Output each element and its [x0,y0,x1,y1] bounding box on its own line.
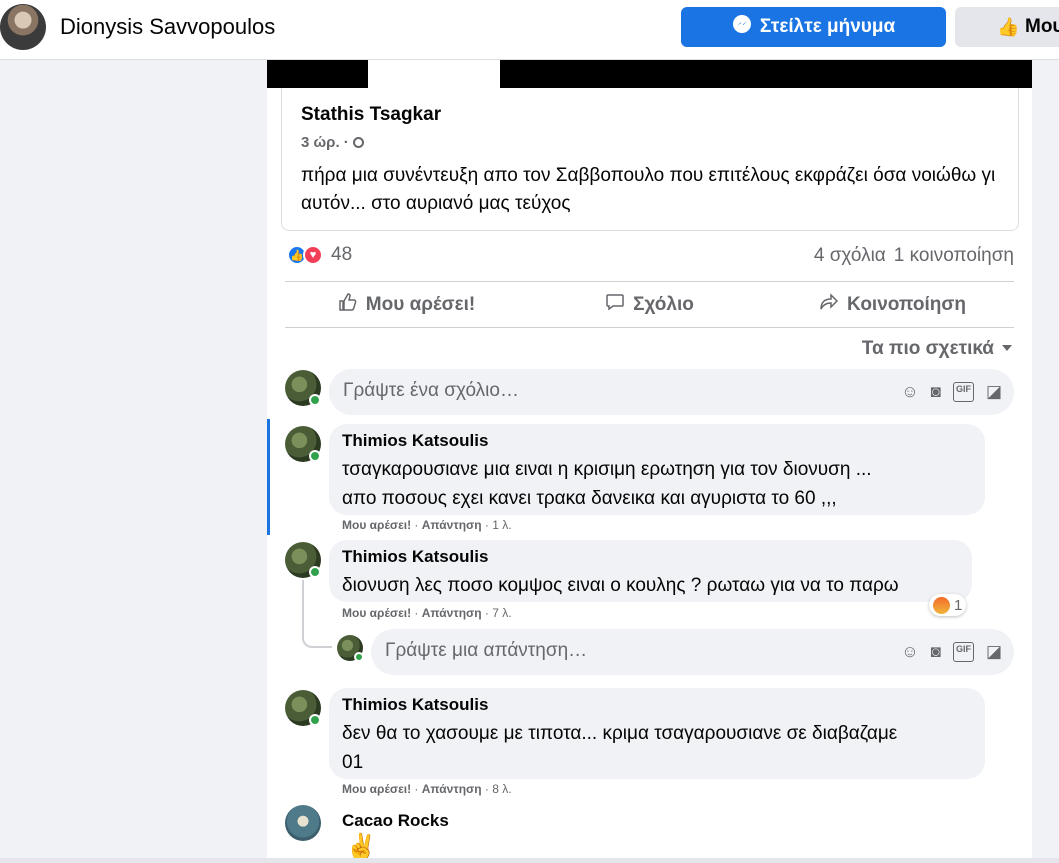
thumbs-up-icon [338,292,358,318]
gif-icon[interactable]: GIF [952,642,974,662]
sticker-icon[interactable]: ◪ [986,642,1002,662]
shares-count[interactable]: 1 κοινοποίηση [894,245,1014,266]
comment-time[interactable]: 8 λ. [492,782,511,796]
online-indicator [354,652,364,662]
comment-author[interactable]: Thimios Katsoulis [342,695,488,715]
emoji-icon[interactable]: ☺ [901,382,918,402]
thumbs-up-icon: 👍 [997,17,1020,37]
new-comment-indicator [267,419,270,535]
page-name[interactable]: Dionysis Savvopoulos [60,14,275,40]
composer-tools: ☺ ◙ GIF ◪ [901,642,1002,662]
comment-reaction-count: 1 [954,596,963,614]
online-indicator [309,394,321,406]
post-stats: 4 σχόλια 1 κοινοποίηση [814,245,1014,267]
comment-reply-link[interactable]: Απάντηση [422,518,482,532]
comment-reply-link[interactable]: Απάντηση [422,606,482,620]
like-label: Μου αρέσει! [365,293,476,315]
messenger-icon [732,14,752,40]
sticker-icon[interactable]: ◪ [986,382,1002,402]
comment-time[interactable]: 7 λ. [492,606,511,620]
page-avatar[interactable] [0,4,46,50]
love-reaction-icon: ♥ [303,245,323,265]
share-icon [819,292,839,318]
comment-author[interactable]: Thimios Katsoulis [342,547,488,567]
horizontal-scrollbar[interactable] [0,858,1059,863]
composer-tools: ☺ ◙ GIF ◪ [901,382,1002,402]
globe-icon [352,137,364,148]
post-card: Stathis Tsagkar 3 ώρ. · πήρα μια συνέντε… [267,60,1032,863]
comment-label: Σχόλιο [633,293,694,315]
send-message-button[interactable]: Στείλτε μήνυμα [681,7,946,47]
shared-post-author[interactable]: Stathis Tsagkar [301,104,441,126]
comment-sort-dropdown[interactable]: Τα πιο σχετικά [862,338,1012,360]
comment-time[interactable]: 1 λ. [492,518,511,532]
shared-post-text: πήρα μια συνέντευξη απο τον Σαββοπουλο π… [301,165,996,214]
reply-input[interactable]: Γράψτε μια απάντηση… [385,640,587,662]
online-indicator [309,714,321,726]
thread-line [302,580,332,648]
comment-like-link[interactable]: Μου αρέσει! [342,518,411,532]
comment-text: τσαγκαρουσιανε μια ειναι η κρισιμη ερωτη… [342,459,872,509]
comment-like-link[interactable]: Μου αρέσει! [342,782,411,796]
online-indicator [309,450,321,462]
comment-composer[interactable]: Γράψτε ένα σχόλιο… ☺ ◙ GIF ◪ [329,369,1014,415]
comment-icon [605,292,625,318]
gif-icon[interactable]: GIF [952,382,974,402]
send-message-label: Στείλτε μήνυμα [759,16,896,37]
page-header: Dionysis Savvopoulos Στείλτε μήνυμα 👍 Μο… [0,0,1059,60]
comment-bubble: Thimios Katsoulis διονυση λες ποσο κομψο… [329,540,972,602]
comment-button[interactable]: Σχόλιο [528,282,771,327]
chevron-down-icon [1002,345,1012,351]
comment-reply-link[interactable]: Απάντηση [422,782,482,796]
comment-reaction-badge[interactable]: 1 [929,594,967,616]
share-button[interactable]: Κοινοποίηση [771,282,1014,327]
page-like-label: Μου [1025,16,1059,37]
online-indicator [309,566,321,578]
shared-post[interactable]: Stathis Tsagkar 3 ώρ. · πήρα μια συνέντε… [281,88,1019,231]
comment-like-link[interactable]: Μου αρέσει! [342,606,411,620]
comment-author[interactable]: Thimios Katsoulis [342,431,488,451]
comment-input[interactable]: Γράψτε ένα σχόλιο… [343,380,519,402]
avatar[interactable] [285,805,321,841]
reply-composer[interactable]: Γράψτε μια απάντηση… ☺ ◙ GIF ◪ [371,629,1014,675]
comment-meta: Μου αρέσει! · Απάντηση · 1 λ. [342,518,512,532]
comment-meta: Μου αρέσει! · Απάντηση · 8 λ. [342,782,512,796]
comments-count[interactable]: 4 σχόλια [814,245,886,266]
comment-text: δεν θα το χασουμε με τιποτα... κριμα τσα… [342,723,898,773]
camera-icon[interactable]: ◙ [931,382,941,402]
post-actions: Μου αρέσει! Σχόλιο Κοινοποίηση [285,281,1014,328]
comment-author[interactable]: Cacao Rocks [342,811,449,831]
post-media[interactable] [267,60,1032,88]
comment-meta: Μου αρέσει! · Απάντηση · 7 λ. [342,606,512,620]
emoji-icon[interactable]: ☺ [901,642,918,662]
page-like-button[interactable]: 👍 Μου [955,7,1059,47]
comment-text: διονυση λες ποσο κομψος ειναι ο κουλης ?… [342,575,899,596]
comment-bubble: Thimios Katsoulis τσαγκαρουσιανε μια ειν… [329,424,985,515]
camera-icon[interactable]: ◙ [931,642,941,662]
angry-reaction-icon [933,596,950,614]
reactions-summary[interactable]: 👍 ♥ 48 [287,244,352,266]
comment-bubble: Thimios Katsoulis δεν θα το χασουμε με τ… [329,688,985,779]
share-label: Κοινοποίηση [847,293,966,315]
shared-post-time: 3 ώρ. · [301,134,364,151]
like-button[interactable]: Μου αρέσει! [285,282,528,327]
reaction-count: 48 [331,244,353,265]
